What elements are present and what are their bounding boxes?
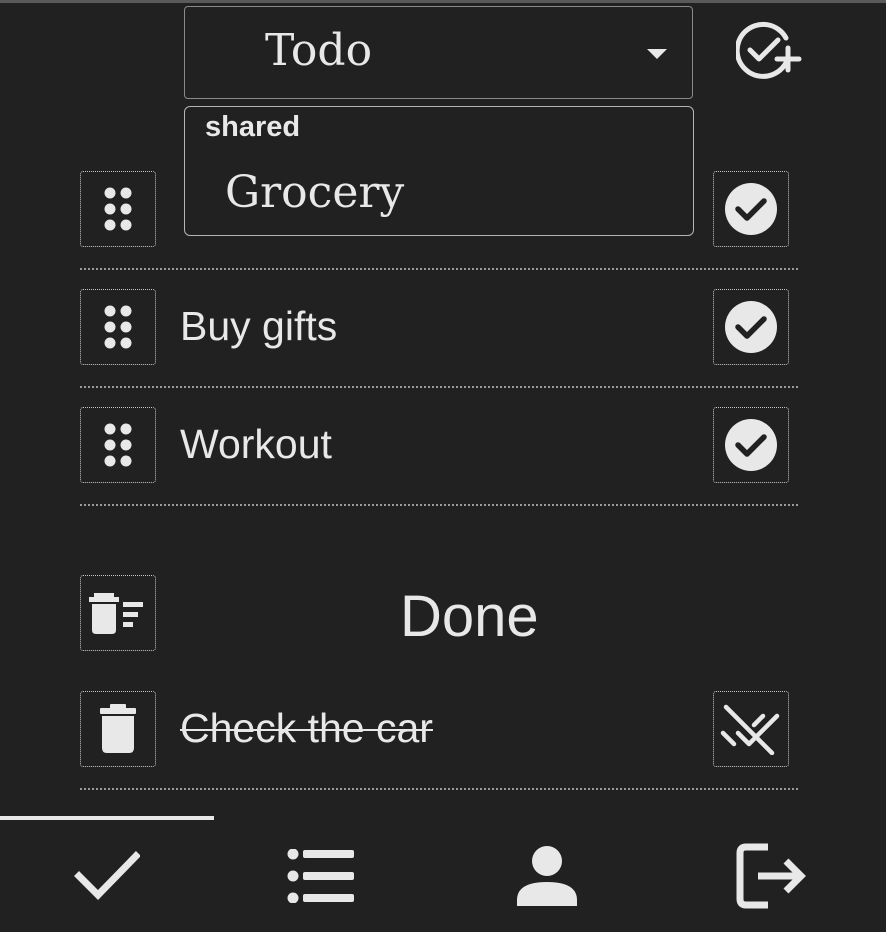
dropdown-caret-icon	[647, 49, 667, 59]
complete-button[interactable]	[713, 171, 789, 247]
add-check-circle-icon	[734, 21, 802, 79]
list-select[interactable]: Todo	[184, 6, 693, 99]
row-divider	[80, 788, 798, 790]
check-circle-icon	[725, 419, 777, 471]
nav-item-logout[interactable]	[664, 820, 878, 932]
todo-label: Workout	[180, 421, 332, 467]
todo-row: Buy gifts	[80, 289, 798, 388]
complete-button[interactable]	[713, 289, 789, 365]
drag-handle-icon	[104, 423, 132, 467]
logout-icon	[736, 843, 806, 909]
clear-done-button[interactable]	[80, 575, 156, 651]
drag-handle-icon	[104, 187, 132, 231]
menu-group-label: shared	[205, 111, 301, 143]
list-select-menu: shared Grocery	[184, 106, 694, 236]
list-select-value: Todo	[265, 25, 373, 76]
drag-handle[interactable]	[80, 289, 156, 365]
nav-item-account[interactable]	[440, 820, 654, 932]
trash-icon	[100, 704, 136, 753]
person-icon	[517, 846, 577, 906]
remove-done-icon	[720, 704, 780, 755]
drag-handle-icon	[104, 305, 132, 349]
drag-handle[interactable]	[80, 407, 156, 483]
menu-option-grocery[interactable]: Grocery	[225, 167, 404, 218]
check-circle-icon	[725, 301, 777, 353]
todo-row: Workout	[80, 407, 798, 506]
nav-item-todos[interactable]	[0, 820, 214, 932]
done-section-title: Done	[400, 584, 539, 649]
delete-button[interactable]	[80, 691, 156, 767]
drag-handle[interactable]	[80, 171, 156, 247]
todo-label: Buy gifts	[180, 303, 338, 349]
done-section-header: Done	[80, 575, 798, 653]
check-circle-icon	[725, 183, 777, 235]
nav-item-lists[interactable]	[214, 820, 428, 932]
add-list-button[interactable]	[734, 20, 802, 80]
uncomplete-button[interactable]	[713, 691, 789, 767]
row-divider	[80, 386, 798, 388]
check-icon	[74, 851, 140, 900]
bottom-nav	[0, 816, 886, 932]
done-label: Check the car	[180, 705, 433, 751]
done-row: Check the car	[80, 691, 798, 790]
top-border	[0, 0, 886, 3]
list-icon	[287, 849, 354, 903]
row-divider	[80, 504, 798, 506]
row-divider	[80, 268, 798, 270]
delete-sweep-icon	[89, 593, 143, 634]
complete-button[interactable]	[713, 407, 789, 483]
